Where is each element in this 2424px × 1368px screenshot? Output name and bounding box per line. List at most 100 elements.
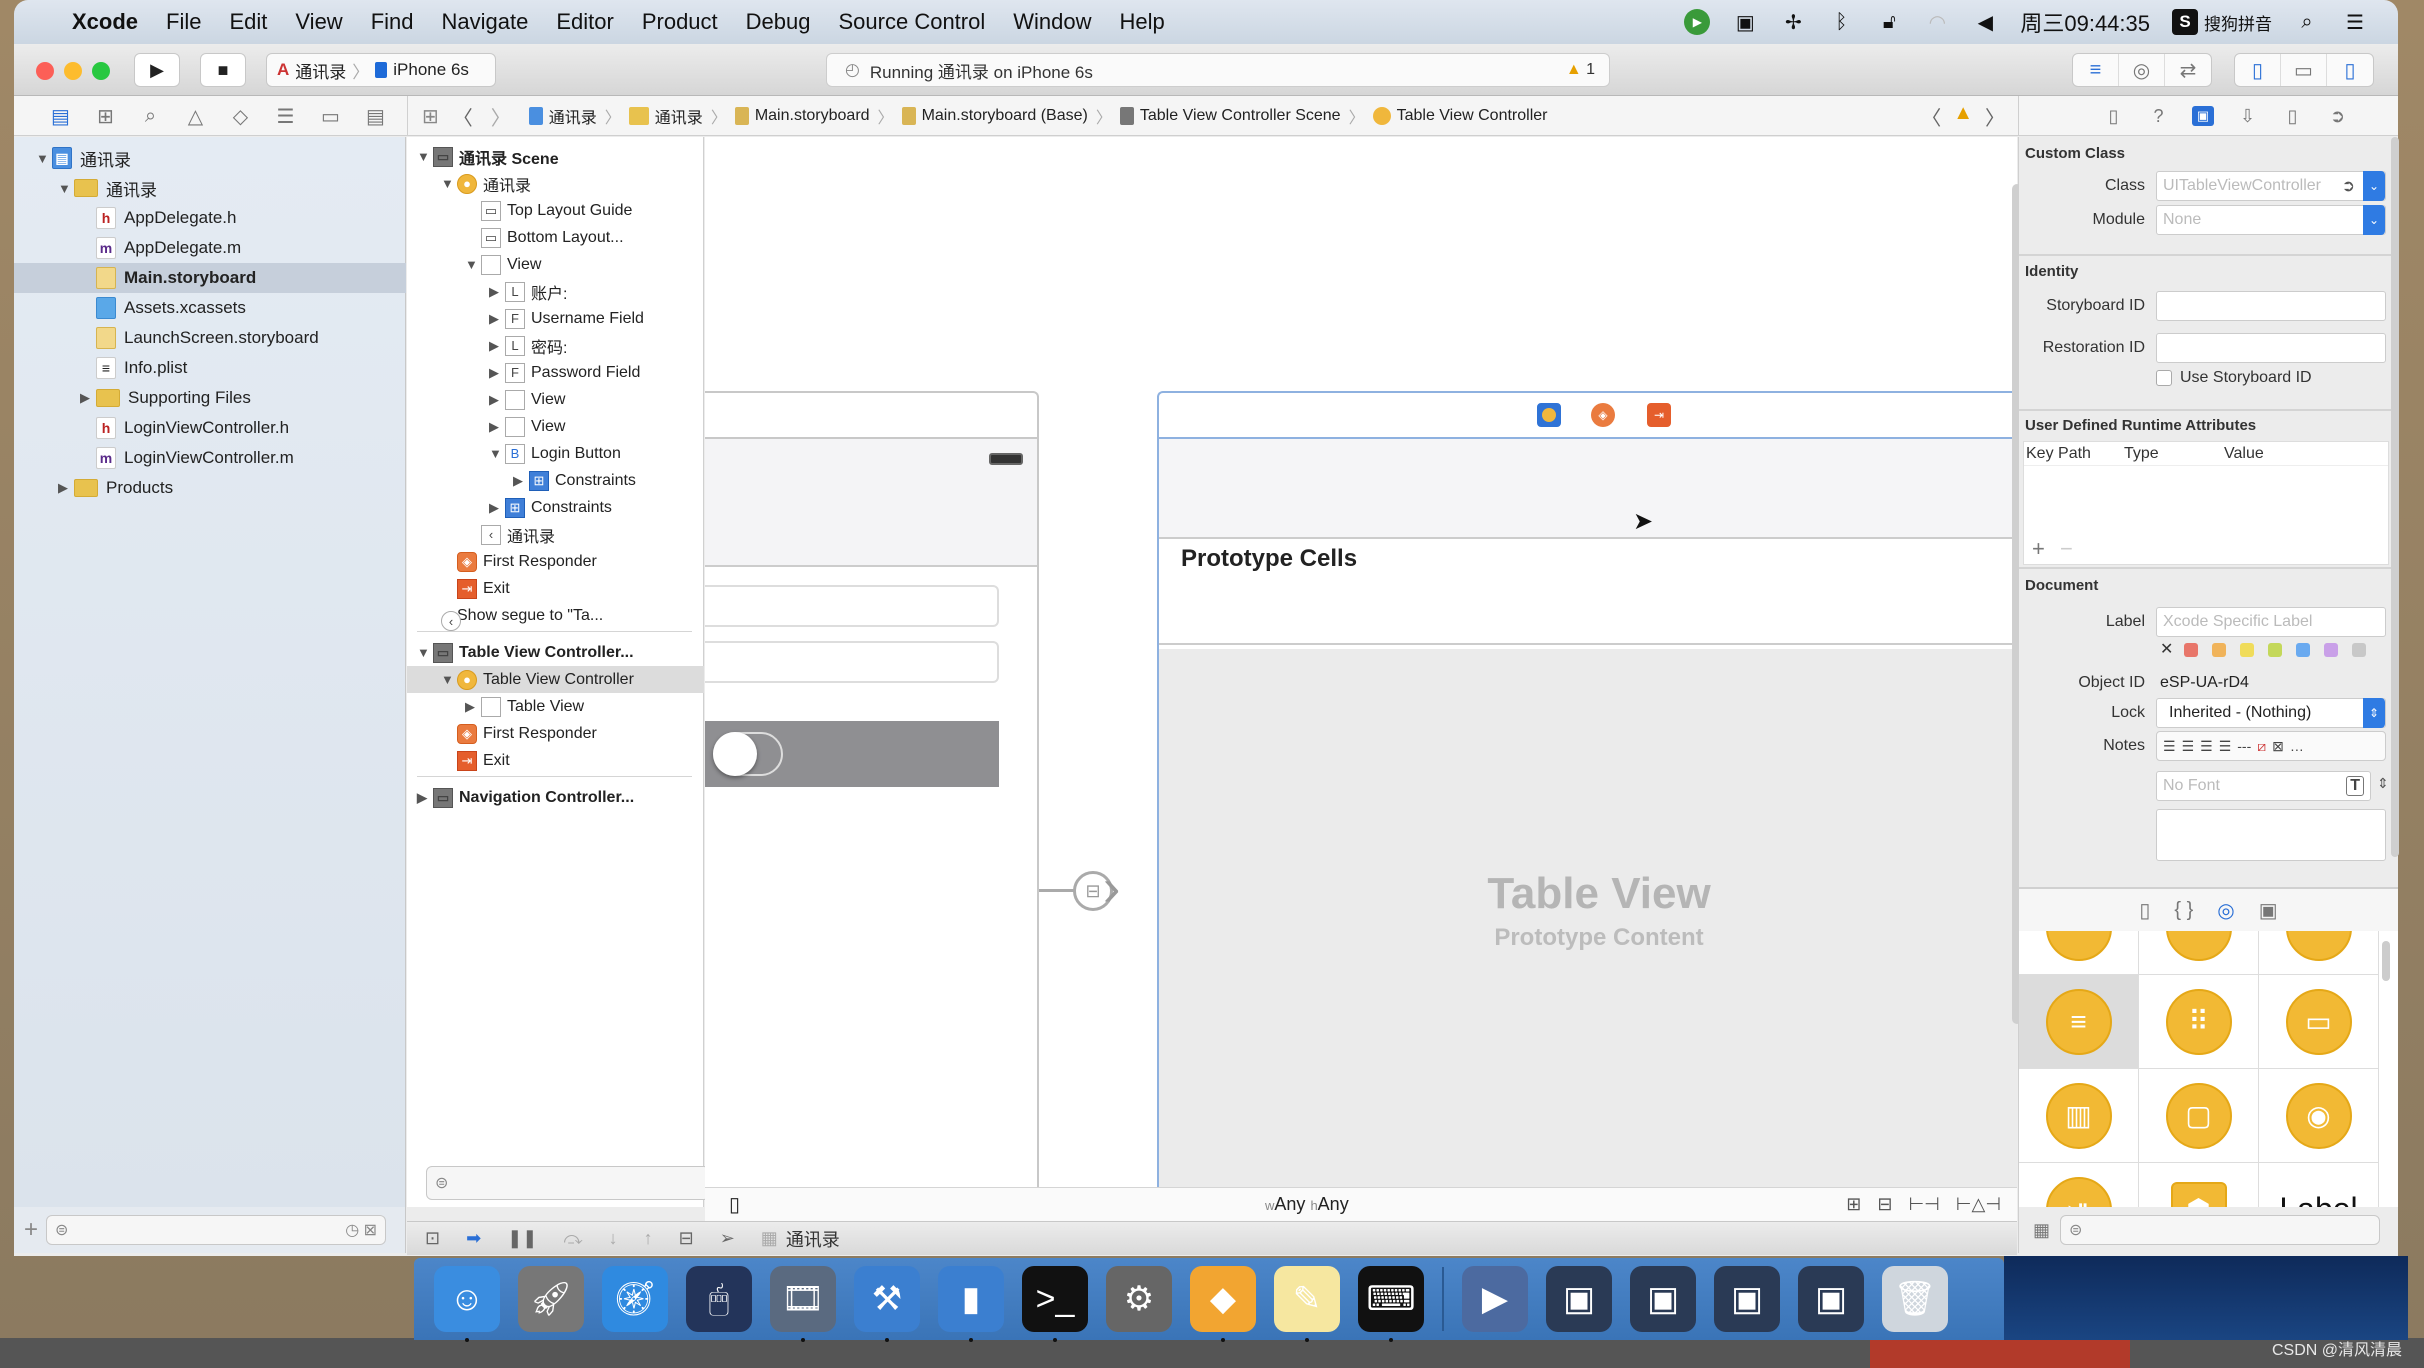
navigator-item[interactable]: Assets.xcassets <box>14 293 406 323</box>
pause-button[interactable]: ❚❚ <box>507 1228 537 1249</box>
breakpoint-navigator-icon[interactable]: ▭ <box>308 104 353 129</box>
notification-center-icon[interactable]: ☰ <box>2342 9 2368 35</box>
login-scene[interactable] <box>705 391 1039 1187</box>
add-attribute-button[interactable]: + <box>2032 536 2045 562</box>
issue-navigator-icon[interactable]: △ <box>173 104 218 129</box>
menu-file[interactable]: File <box>166 9 201 35</box>
quick-help-icon[interactable]: ? <box>2136 106 2181 127</box>
recent-files-icon[interactable]: ◷ ⊠ <box>345 1220 377 1240</box>
symbol-navigator-icon[interactable]: ⊞ <box>83 104 128 129</box>
menu-window[interactable]: Window <box>1013 9 1091 35</box>
outline-item[interactable]: ▶ ⊞ Constraints <box>407 494 704 521</box>
forward-button[interactable]: 〉 <box>491 102 511 131</box>
menu-help[interactable]: Help <box>1120 9 1165 35</box>
module-field[interactable]: None ⌄ <box>2156 205 2386 235</box>
toggle-switch[interactable] <box>713 732 783 776</box>
standard-editor-icon[interactable]: ≡ <box>2073 54 2119 86</box>
menu-product[interactable]: Product <box>642 9 718 35</box>
outline-item[interactable]: ▼ ▭ 通讯录 Scene <box>407 143 704 170</box>
disclosure-expanded-icon[interactable]: ▼ <box>417 149 433 164</box>
outline-item[interactable]: ▭ Bottom Layout... <box>407 224 704 251</box>
outline-item[interactable]: ▭ Top Layout Guide <box>407 197 704 224</box>
toggle-debug-area-icon[interactable]: ▭ <box>2281 54 2327 86</box>
dock-simulator-icon[interactable]: ▮ <box>938 1266 1004 1342</box>
disclosure-expanded-icon[interactable]: ▼ <box>441 672 457 687</box>
warning-indicator[interactable]: ▲ 1 <box>1566 61 1595 79</box>
no-color-icon[interactable]: ⧄ <box>2257 738 2266 755</box>
close-window-button[interactable] <box>36 62 54 80</box>
navigator-item[interactable]: ≡ Info.plist <box>14 353 406 383</box>
find-navigator-icon[interactable]: ⌕ <box>128 105 173 128</box>
debug-navigator-icon[interactable]: ☰ <box>263 104 308 129</box>
menu-find[interactable]: Find <box>371 9 414 35</box>
prototype-cells-section[interactable]: Prototype Cells <box>1159 539 2017 645</box>
document-label-field[interactable]: Xcode Specific Label <box>2156 607 2386 637</box>
size-inspector-icon[interactable]: ▯ <box>2270 106 2315 127</box>
camera-icon[interactable]: ▣ <box>1732 9 1758 35</box>
font-picker-icon[interactable]: T <box>2346 776 2364 796</box>
library-item[interactable]: ▭ <box>2259 975 2379 1069</box>
library-item-partial[interactable] <box>2259 931 2379 975</box>
test-navigator-icon[interactable]: ◇ <box>218 104 263 129</box>
restoration-id-field[interactable] <box>2156 333 2386 363</box>
library-item[interactable]: ⠿ <box>2139 975 2259 1069</box>
color-tag-swatch[interactable] <box>2268 643 2282 657</box>
step-into-icon[interactable]: ↓ <box>609 1228 618 1249</box>
navigator-item[interactable]: h LoginViewController.h <box>14 413 406 443</box>
navigator-item[interactable]: m LoginViewController.m <box>14 443 406 473</box>
outline-item[interactable]: ‹ 通讯录 <box>407 521 704 548</box>
disclosure-expanded-icon[interactable]: ▼ <box>58 181 74 196</box>
assistant-editor-icon[interactable]: ◎ <box>2119 54 2165 86</box>
clock[interactable]: 周三09:44:35 <box>2020 6 2150 38</box>
menu-debug[interactable]: Debug <box>746 9 811 35</box>
align-left-icon[interactable]: ☰ <box>2163 738 2176 755</box>
spotlight-search-icon[interactable]: ⌕ <box>2294 9 2320 35</box>
disclosure-collapsed-icon[interactable]: ▶ <box>489 338 505 354</box>
library-scrollbar[interactable] <box>2382 941 2390 981</box>
disclosure-expanded-icon[interactable]: ▼ <box>489 446 505 461</box>
code-snippet-library-icon[interactable]: { } <box>2174 899 2193 922</box>
step-over-icon[interactable]: ⤼ <box>563 1228 582 1249</box>
connections-inspector-icon[interactable]: ➲ <box>2315 106 2360 127</box>
outline-item[interactable]: ▶ Table View <box>407 693 704 720</box>
dock-window-3-icon[interactable]: ▣ <box>1714 1266 1780 1332</box>
disclosure-collapsed-icon[interactable]: ▶ <box>513 473 529 489</box>
outline-item[interactable]: ▶ F Password Field <box>407 359 704 386</box>
notes-textarea[interactable] <box>2156 809 2386 861</box>
dock-system-preferences-icon[interactable]: ⚙ <box>1106 1266 1172 1332</box>
disclosure-collapsed-icon[interactable]: ▶ <box>489 284 505 300</box>
library-item[interactable]: ⬢ <box>2139 1163 2259 1207</box>
natural-align-icon[interactable]: --- <box>2237 738 2251 754</box>
scheme-selector[interactable]: A 通讯录 〉 iPhone 6s <box>266 53 496 87</box>
outline-item[interactable]: ▶ ▭ Navigation Controller... <box>407 784 704 811</box>
table-view-content[interactable]: Table View Prototype Content <box>1159 649 2017 1187</box>
project-navigator-icon[interactable]: ▤ <box>38 104 83 129</box>
dock-finder-icon[interactable]: ☺ <box>434 1266 500 1342</box>
table-view-controller-scene[interactable]: ◈ ⇥ Prototype Cells Table View Prototype… <box>1157 391 2017 1187</box>
dock-photo-booth-icon[interactable]: 🎞︎ <box>770 1266 836 1342</box>
outline-item[interactable]: ▶ ⊞ Constraints <box>407 467 704 494</box>
file-inspector-icon[interactable]: ▯ <box>2091 106 2136 127</box>
app-status-icon[interactable]: ▶ <box>1684 9 1711 35</box>
module-dropdown-button[interactable]: ⌄ <box>2363 205 2385 235</box>
color-tag-swatch[interactable] <box>2324 643 2338 657</box>
minimize-window-button[interactable] <box>64 62 82 80</box>
navigator-item[interactable]: m AppDelegate.m <box>14 233 406 263</box>
disclosure-collapsed-icon[interactable]: ▶ <box>489 365 505 381</box>
outline-item[interactable]: ◈ First Responder <box>407 720 704 747</box>
media-library-icon[interactable]: ▣ <box>2259 898 2278 923</box>
lock-select[interactable]: Inherited - (Nothing) ⇕ <box>2156 698 2386 728</box>
version-editor-icon[interactable]: ⇄ <box>2165 54 2211 86</box>
disclosure-collapsed-icon[interactable]: ▶ <box>489 419 505 435</box>
step-out-icon[interactable]: ↑ <box>644 1228 653 1249</box>
menu-editor[interactable]: Editor <box>556 9 613 35</box>
breadcrumb-group[interactable]: 通讯录 <box>628 104 703 128</box>
outline-item[interactable]: ▶ View <box>407 413 704 440</box>
zoom-window-button[interactable] <box>92 62 110 80</box>
align-right-icon[interactable]: ☰ <box>2200 738 2213 755</box>
dock-quicktime-icon[interactable]: ▶ <box>1462 1266 1528 1332</box>
remove-attribute-button[interactable]: − <box>2060 536 2073 562</box>
outline-item[interactable]: ▶ L 密码: <box>407 332 704 359</box>
disclosure-collapsed-icon[interactable]: ▶ <box>58 480 74 496</box>
back-button[interactable]: 〈 <box>453 102 473 131</box>
